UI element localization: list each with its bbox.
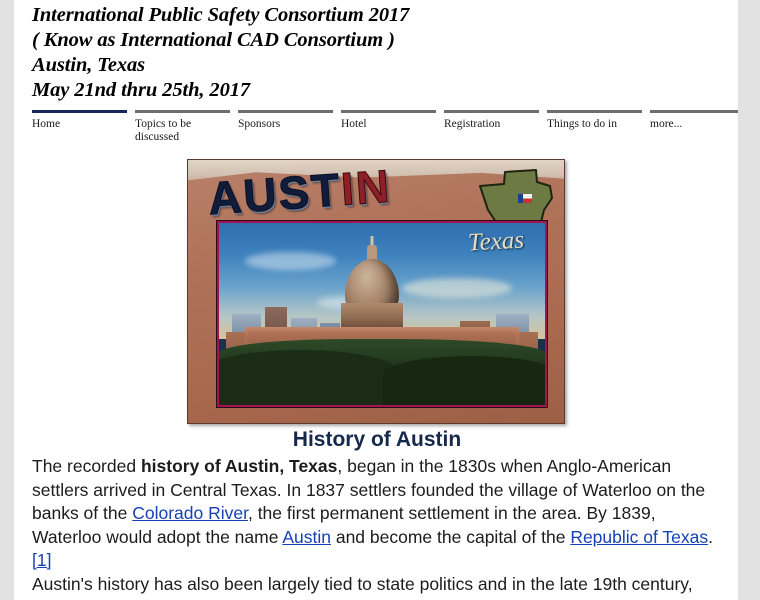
photo-treeline (382, 355, 545, 405)
austin-postcard-image: AUSTIN Texas (187, 159, 565, 424)
site-header: International Public Safety Consortium 2… (14, 0, 738, 103)
nav-item-hotel[interactable]: Hotel (341, 110, 444, 131)
hero-image-wrapper: AUSTIN Texas (14, 159, 738, 427)
link-reference-1[interactable]: [1] (32, 550, 51, 570)
link-colorado-river[interactable]: Colorado River (132, 503, 248, 523)
nav-item-sponsors[interactable]: Sponsors (238, 110, 341, 131)
para1-bold-term: history of Austin, Texas (140, 456, 338, 476)
nav-item-registration[interactable]: Registration (444, 110, 547, 131)
article-paragraph-2: Austin's history has also been largely t… (32, 573, 693, 594)
nav-item-topics[interactable]: Topics to be discussed (135, 110, 238, 143)
para1-text-1: The recorded (32, 456, 141, 476)
page-content: International Public Safety Consortium 2… (14, 0, 738, 600)
nav-label-topics: Topics to be discussed (135, 118, 192, 143)
article-heading: History of Austin (292, 428, 462, 451)
postcard-texas-script: Texas (467, 226, 525, 257)
article-paragraph-1: The recorded history of Austin, Texas, b… (32, 455, 722, 573)
postcard-austin-wordmark: AUSTIN (206, 159, 394, 225)
header-line-subtitle: ( Know as International CAD Consortium ) (32, 29, 395, 51)
nav-item-things-to-do[interactable]: Things to do in (547, 110, 650, 131)
capitol-spire (370, 235, 374, 245)
link-republic-of-texas[interactable]: Republic of Texas (570, 527, 708, 547)
header-line-dates: May 21nd thru 25th, 2017 (32, 79, 251, 101)
nav-label-things-to-do: Things to do in (547, 118, 617, 130)
nav-item-home[interactable]: Home (32, 110, 135, 131)
header-line-location: Austin, Texas (32, 54, 146, 76)
para1-text-5: . (708, 526, 713, 547)
main-navigation: Home Topics to be discussed Sponsors Hot… (32, 110, 738, 143)
photo-cloud (401, 277, 513, 298)
link-austin[interactable]: Austin (282, 527, 331, 547)
nav-label-hotel: Hotel (341, 118, 367, 130)
page-root: International Public Safety Consortium 2… (0, 0, 760, 600)
nav-label-sponsors: Sponsors (238, 118, 281, 130)
para1-text-4: and become the capital of the (330, 526, 571, 547)
nav-item-more[interactable]: more... (650, 110, 738, 131)
capitol-drum (341, 303, 404, 330)
nav-label-more: more... (650, 118, 683, 130)
article-body: History of Austin The recorded history o… (14, 427, 738, 596)
nav-label-home: Home (32, 118, 61, 130)
header-line-title: International Public Safety Consortium 2… (32, 4, 410, 26)
nav-label-registration: Registration (444, 118, 501, 130)
photo-treeline (219, 350, 399, 405)
austin-word-red: IN (339, 159, 394, 216)
austin-word-blue: AUST (206, 163, 344, 225)
